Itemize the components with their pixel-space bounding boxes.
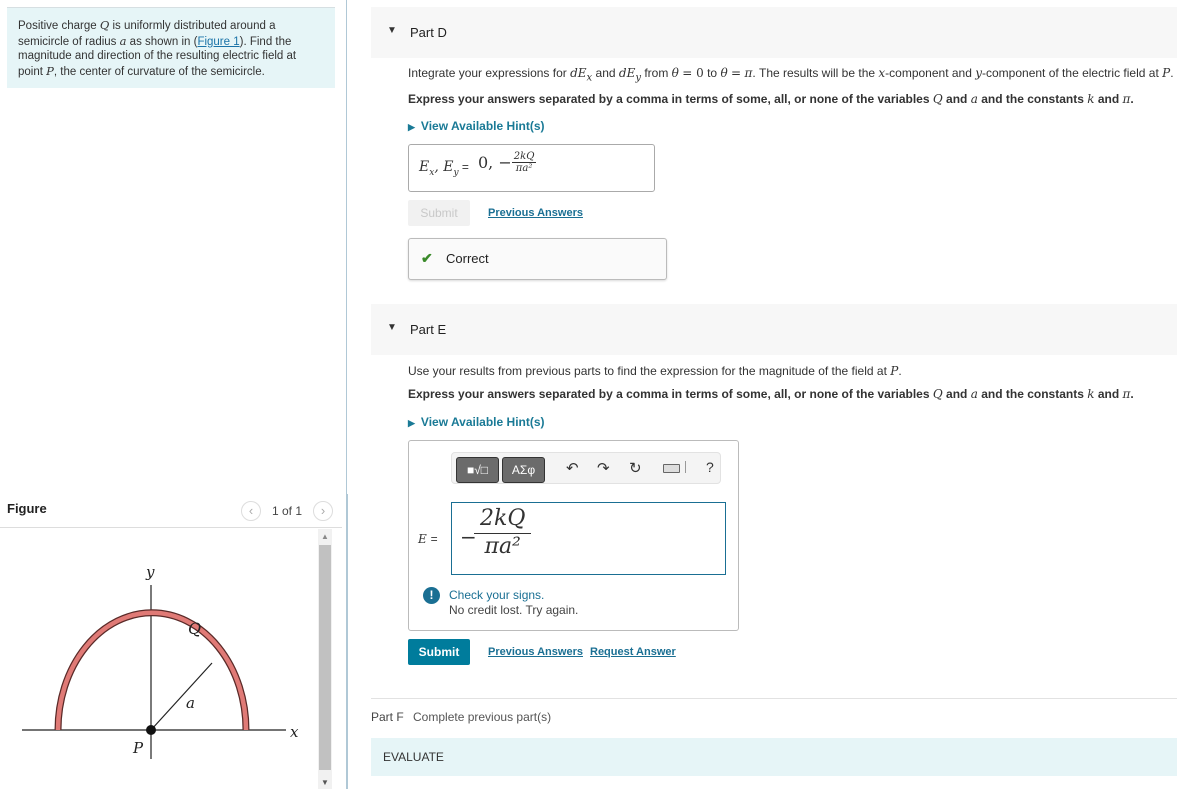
hint-label: View Available Hint(s) (420, 119, 545, 133)
semicircle-arc-outline (54, 609, 250, 731)
greek-symbols-button[interactable]: ΑΣφ (502, 457, 545, 483)
part-d-express-instruction: Express your answers separated by a comm… (408, 92, 1134, 106)
part-d-header[interactable]: ▼ Part D (371, 7, 1177, 58)
point-p (146, 725, 156, 735)
part-e-submit-button[interactable]: Submit (408, 639, 470, 665)
part-e-instruction: Use your results from previous parts to … (408, 364, 902, 378)
answer-label: Ex, Ey = (419, 159, 469, 178)
semicircle-arc (55, 610, 249, 731)
part-d-correct-feedback: ✔ Correct (408, 238, 667, 280)
answer-numerator: 2kQ (511, 151, 537, 163)
evaluate-label: EVALUATE (383, 750, 444, 764)
templates-button[interactable]: ■√□ (456, 457, 499, 483)
next-figure-button[interactable]: › (313, 501, 333, 521)
answer-fraction: 2kQ πa² (474, 506, 532, 559)
right-pane: ▼ Part D Integrate your expressions for … (347, 0, 1177, 789)
part-e-header[interactable]: ▼ Part E (371, 304, 1177, 355)
figure-image: y x Q a P (0, 529, 318, 789)
figure-link[interactable]: Figure 1 (197, 36, 239, 48)
collapse-caret-icon[interactable]: ▼ (387, 322, 397, 333)
expand-triangle-icon: ▶ (408, 122, 415, 132)
expand-triangle-icon: ▶ (408, 418, 415, 428)
q-label: Q (188, 619, 201, 638)
part-d-submit-button: Submit (408, 200, 470, 226)
var-p: P (46, 63, 54, 78)
chevron-right-icon: › (320, 503, 326, 518)
part-f-header: Part F Complete previous part(s) (371, 710, 551, 724)
redo-icon[interactable]: ↷ (597, 459, 610, 477)
left-pane: Positive charge Q is uniformly distribut… (0, 0, 346, 789)
undo-icon[interactable]: ↶ (566, 459, 579, 477)
part-e-express-instruction: Express your answers separated by a comm… (408, 387, 1134, 401)
feedback-title: Check your signs. (449, 588, 545, 602)
toolbar-separator (685, 461, 686, 473)
answer-denominator: πa² (515, 163, 533, 174)
answer-denominator: πa² (484, 534, 521, 559)
figure-header: Figure ‹ 1 of 1 › (0, 494, 342, 528)
part-d-hint-toggle[interactable]: ▶ View Available Hint(s) (408, 119, 545, 133)
part-e-answer-input[interactable]: − 2kQ πa² (451, 502, 726, 575)
scroll-up-arrow-icon[interactable]: ▲ (321, 532, 329, 541)
evaluate-section: EVALUATE (371, 738, 1177, 776)
part-f-status: Complete previous part(s) (413, 710, 552, 724)
part-d-answer-display: Ex, Ey = 0, −2kQ πa² (408, 144, 655, 192)
radius-line (150, 662, 213, 731)
section-divider (371, 698, 1177, 699)
part-e-answer-box: ■√□ ΑΣφ ↶ ↷ ↻ ? E = − 2kQ πa² ! Check yo… (408, 440, 739, 631)
feedback-detail: No credit lost. Try again. (449, 603, 579, 617)
problem-text: as shown in ( (126, 35, 198, 48)
p-label: P (132, 739, 144, 757)
reset-icon[interactable]: ↻ (629, 459, 642, 477)
semicircle-diagram: y x Q a P (22, 563, 299, 759)
var-q: Q (99, 18, 110, 32)
part-d-instruction: Integrate your expressions for dEx and d… (408, 66, 1174, 84)
request-answer-link[interactable]: Request Answer (590, 646, 676, 658)
answer-numerator: 2kQ (474, 506, 532, 534)
part-d-previous-answers-link[interactable]: Previous Answers (488, 207, 583, 219)
problem-text: Positive charge (18, 20, 100, 32)
figure-title: Figure (7, 501, 47, 516)
chevron-left-icon: ‹ (248, 503, 254, 518)
part-d-title: Part D (410, 25, 447, 40)
correct-label: Correct (446, 251, 489, 266)
collapse-caret-icon[interactable]: ▼ (387, 25, 397, 36)
previous-figure-button[interactable]: ‹ (241, 501, 261, 521)
x-label: x (290, 723, 299, 741)
hint-label: View Available Hint(s) (420, 415, 545, 429)
answer-value: 0, −2kQ πa² (478, 151, 537, 174)
exclamation-icon: ! (423, 587, 440, 604)
figure-scrollbar[interactable]: ▲ ▼ (318, 529, 332, 789)
answer-label: E = (418, 532, 438, 546)
checkmark-icon: ✔ (421, 250, 433, 266)
scroll-down-arrow-icon[interactable]: ▼ (321, 778, 329, 787)
problem-statement: Positive charge Q is uniformly distribut… (7, 7, 335, 88)
part-e-hint-toggle[interactable]: ▶ View Available Hint(s) (408, 415, 545, 429)
math-toolbar: ■√□ ΑΣφ ↶ ↷ ↻ ? (451, 452, 721, 484)
y-label: y (145, 563, 155, 581)
help-icon[interactable]: ? (706, 459, 714, 475)
part-e-title: Part E (410, 322, 447, 337)
scroll-thumb[interactable] (319, 545, 331, 770)
problem-text: , the center of curvature of the semicir… (53, 65, 265, 78)
a-label: a (186, 694, 195, 712)
figure-page-count: 1 of 1 (272, 504, 303, 518)
part-f-title: Part F (371, 710, 404, 724)
part-e-previous-answers-link[interactable]: Previous Answers (488, 646, 583, 658)
keyboard-icon[interactable] (663, 464, 680, 473)
